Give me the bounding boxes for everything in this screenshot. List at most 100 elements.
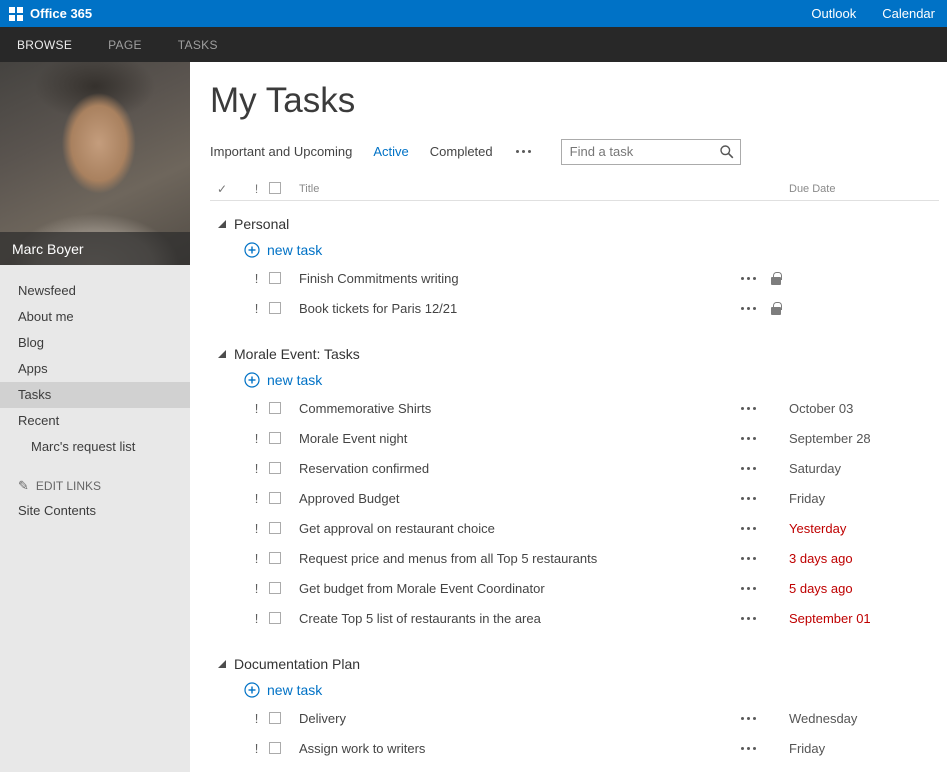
office365-logo-icon[interactable] — [9, 7, 23, 21]
task-title[interactable]: Create Top 5 list of restaurants in the … — [293, 611, 733, 626]
task-menu-button[interactable] — [739, 522, 758, 535]
task-checkbox[interactable] — [269, 492, 281, 504]
task-title[interactable]: Book tickets for Paris 12/21 — [293, 301, 733, 316]
plus-circle-icon — [244, 242, 260, 258]
title-column-header[interactable]: Title — [293, 183, 733, 195]
task-due-date: October 03 — [789, 401, 939, 416]
importance-icon: ! — [244, 741, 269, 756]
calendar-link[interactable]: Calendar — [882, 6, 935, 21]
new-task-button[interactable]: new task — [210, 237, 939, 263]
sidebar-item-recent: Recent — [0, 408, 190, 434]
sidebar-nav: Newsfeed About me Blog Apps Tasks Recent… — [0, 265, 190, 524]
task-title[interactable]: Approved Budget — [293, 491, 733, 506]
plus-circle-icon — [244, 682, 260, 698]
view-important-upcoming[interactable]: Important and Upcoming — [210, 144, 352, 159]
group-name: Documentation Plan — [234, 656, 360, 672]
task-title[interactable]: Get budget from Morale Event Coordinator — [293, 581, 733, 596]
task-group-documentation-plan: Documentation Plan new task ! Delivery W… — [210, 655, 939, 772]
task-menu-button[interactable] — [739, 272, 758, 285]
task-menu-button[interactable] — [739, 552, 758, 565]
edit-links-label: EDIT LINKS — [36, 479, 101, 493]
task-menu-button[interactable] — [739, 612, 758, 625]
task-row: ! Reservation confirmed Saturday — [210, 453, 939, 483]
task-checkbox[interactable] — [269, 462, 281, 474]
suite-bar: Office 365 Outlook Calendar — [0, 0, 947, 27]
sidebar-item-blog[interactable]: Blog — [0, 330, 190, 356]
new-task-label: new task — [267, 682, 322, 698]
task-due-date: Friday — [789, 491, 939, 506]
task-menu-button[interactable] — [739, 302, 758, 315]
task-title[interactable]: Reservation confirmed — [293, 461, 733, 476]
sidebar-item-about-me[interactable]: About me — [0, 304, 190, 330]
lock-icon — [771, 307, 781, 315]
task-menu-button[interactable] — [739, 712, 758, 725]
sidebar-item-marcs-request-list[interactable]: Marc's request list — [0, 434, 190, 460]
search-icon[interactable] — [719, 144, 735, 160]
select-all-checkbox[interactable] — [269, 182, 281, 194]
task-title[interactable]: Request price and menus from all Top 5 r… — [293, 551, 733, 566]
task-checkbox[interactable] — [269, 302, 281, 314]
task-row: ! Get budget from Morale Event Coordinat… — [210, 573, 939, 603]
pencil-icon: ✎ — [18, 478, 29, 494]
view-completed[interactable]: Completed — [430, 144, 493, 159]
importance-icon: ! — [244, 271, 269, 286]
task-checkbox[interactable] — [269, 272, 281, 284]
task-menu-button[interactable] — [739, 462, 758, 475]
profile-photo: Marc Boyer — [0, 62, 190, 265]
task-row: ! Commemorative Shirts October 03 — [210, 393, 939, 423]
ribbon-tab-browse[interactable]: BROWSE — [17, 38, 72, 52]
importance-icon: ! — [244, 581, 269, 596]
task-row: ! Assign work to writers Friday — [210, 733, 939, 763]
new-task-button[interactable]: new task — [210, 367, 939, 393]
task-title[interactable]: Commemorative Shirts — [293, 401, 733, 416]
task-menu-button[interactable] — [739, 582, 758, 595]
task-due-date: Yesterday — [789, 521, 939, 536]
task-checkbox[interactable] — [269, 712, 281, 724]
task-checkbox[interactable] — [269, 402, 281, 414]
task-title[interactable]: Assign work to writers — [293, 741, 733, 756]
task-due-date: September 28 — [789, 431, 939, 446]
task-title[interactable]: Morale Event night — [293, 431, 733, 446]
outlook-link[interactable]: Outlook — [811, 6, 856, 21]
plus-circle-icon — [244, 372, 260, 388]
task-checkbox[interactable] — [269, 742, 281, 754]
task-group-morale-event: Morale Event: Tasks new task ! Commemora… — [210, 345, 939, 633]
task-checkbox[interactable] — [269, 582, 281, 594]
importance-icon: ! — [244, 611, 269, 626]
ribbon-tab-page[interactable]: PAGE — [108, 38, 142, 52]
task-menu-button[interactable] — [739, 742, 758, 755]
ribbon-tab-tasks[interactable]: TASKS — [178, 38, 218, 52]
task-title[interactable]: Finish Commitments writing — [293, 271, 733, 286]
importance-icon: ! — [244, 491, 269, 506]
task-title[interactable]: Get approval on restaurant choice — [293, 521, 733, 536]
importance-column-icon[interactable]: ! — [244, 182, 269, 196]
importance-icon: ! — [244, 461, 269, 476]
importance-icon: ! — [244, 401, 269, 416]
due-date-column-header[interactable]: Due Date — [789, 183, 939, 195]
task-menu-button[interactable] — [739, 402, 758, 415]
edit-links-button[interactable]: ✎ EDIT LINKS — [0, 474, 190, 498]
new-task-button[interactable]: new task — [210, 677, 939, 703]
search-input[interactable] — [561, 139, 741, 165]
sidebar-item-tasks[interactable]: Tasks — [0, 382, 190, 408]
task-menu-button[interactable] — [739, 492, 758, 505]
task-checkbox[interactable] — [269, 432, 281, 444]
task-checkbox[interactable] — [269, 612, 281, 624]
sidebar-item-site-contents[interactable]: Site Contents — [0, 498, 190, 524]
sidebar-item-newsfeed[interactable]: Newsfeed — [0, 278, 190, 304]
importance-icon: ! — [244, 521, 269, 536]
group-header[interactable]: Morale Event: Tasks — [210, 345, 939, 363]
more-views-button[interactable] — [514, 145, 533, 158]
sidebar-item-apps[interactable]: Apps — [0, 356, 190, 382]
table-header: ✓ ! Title Due Date — [210, 177, 939, 201]
group-header[interactable]: Documentation Plan — [210, 655, 939, 673]
select-all-check-icon[interactable]: ✓ — [210, 182, 244, 196]
task-checkbox[interactable] — [269, 552, 281, 564]
view-active[interactable]: Active — [373, 144, 408, 159]
group-header[interactable]: Personal — [210, 215, 939, 233]
task-row: ! Delivery Wednesday — [210, 703, 939, 733]
task-checkbox[interactable] — [269, 522, 281, 534]
task-title[interactable]: Delivery — [293, 711, 733, 726]
task-menu-button[interactable] — [739, 432, 758, 445]
collapse-triangle-icon — [218, 220, 226, 228]
